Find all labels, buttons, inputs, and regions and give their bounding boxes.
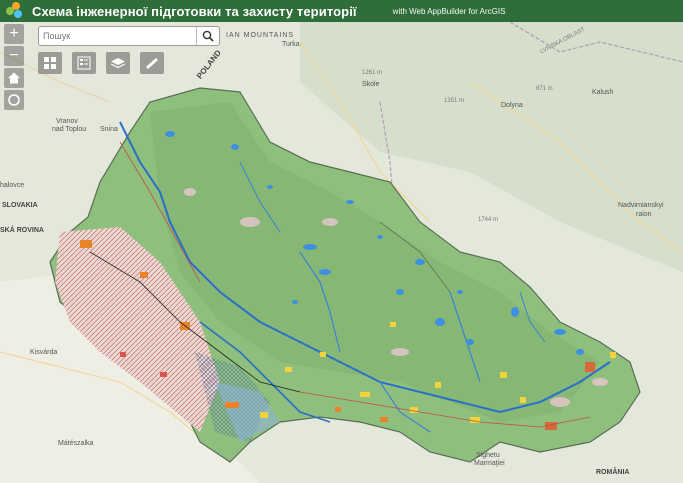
map-canvas: [0, 22, 683, 483]
label-nadvirna-raion: raion: [636, 211, 652, 218]
home-button[interactable]: [4, 68, 24, 88]
label-elev1261: 1261 m: [362, 70, 383, 76]
app-logo-icon: [6, 2, 24, 20]
label-dolyna: Dolyna: [501, 102, 523, 109]
label-slovakia: SLOVAKIA: [2, 202, 38, 209]
search-button[interactable]: [196, 27, 219, 45]
label-kalush: Kalush: [592, 89, 614, 96]
label-marmatiei: Marmaţiei: [474, 460, 505, 467]
label-elev1351: 1351 m: [444, 98, 465, 104]
zoom-out-button[interactable]: −: [4, 46, 24, 66]
label-elev1744: 1744 m: [478, 217, 499, 223]
app-header: Схема інженерної підготовки та захисту т…: [0, 0, 683, 22]
measure-button[interactable]: [140, 52, 164, 74]
label-mountains: IAN MOUNTAINS: [226, 32, 295, 39]
label-ska-rovina: SKÁ ROVINA: [0, 227, 44, 234]
locate-button[interactable]: [4, 90, 24, 110]
app-subtitle: with Web AppBuilder for ArcGIS: [392, 6, 506, 16]
app-title: Схема інженерної підготовки та захисту т…: [32, 3, 357, 19]
legend-button[interactable]: [72, 52, 96, 74]
zoom-in-button[interactable]: +: [4, 24, 24, 44]
layers-icon: [110, 58, 126, 69]
label-nadvirna: Nadvirnianskyi: [618, 202, 664, 209]
map-view[interactable]: IAN MOUNTAINS POLAND Turka Skole 1261 m …: [0, 22, 683, 483]
label-skole: Skole: [362, 81, 380, 88]
label-sighetu: Sighetu: [476, 452, 500, 459]
label-romania: ROMÂNIA: [596, 469, 630, 476]
legend-icon: [77, 56, 91, 70]
label-kisvarda: Kisvárda: [30, 349, 58, 356]
label-vranov: Vranov: [56, 118, 78, 125]
search-icon: [202, 30, 214, 42]
basemap-gallery-button[interactable]: [38, 52, 62, 74]
basemap-gallery-icon: [44, 57, 56, 69]
measure-icon: [146, 58, 158, 69]
locate-icon: [8, 94, 20, 106]
label-nad-toplou: nad Toplou: [52, 126, 87, 133]
label-snina: Snina: [100, 126, 118, 133]
search-input[interactable]: [43, 29, 193, 43]
label-halovce: halovce: [0, 182, 25, 189]
home-icon: [8, 72, 20, 84]
layer-list-button[interactable]: [106, 52, 130, 74]
label-mateszalka: Mátészalka: [58, 440, 94, 447]
label-turka: Turka: [282, 41, 300, 48]
label-elev871: 871 m: [536, 86, 553, 92]
search-box: [38, 26, 220, 46]
